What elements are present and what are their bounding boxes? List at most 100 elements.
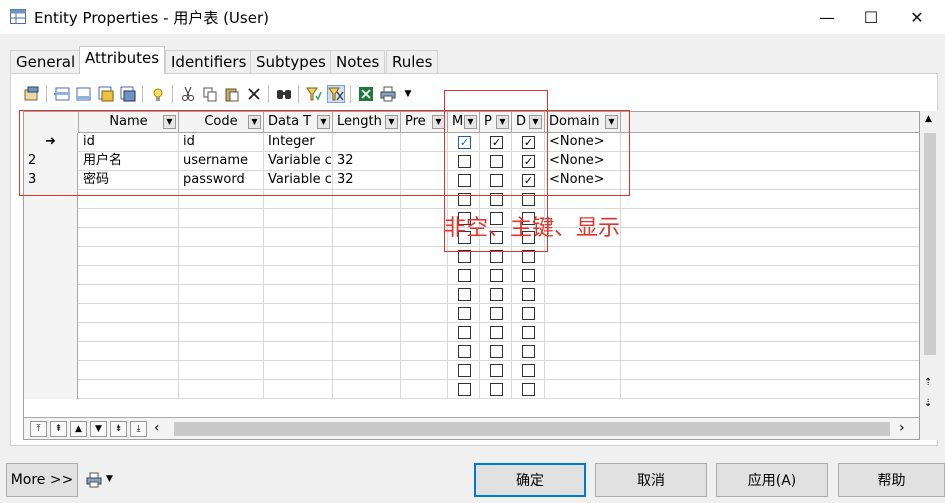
cell-type[interactable] xyxy=(264,228,333,247)
checkbox-p[interactable] xyxy=(490,155,503,168)
cell-name[interactable] xyxy=(79,285,179,304)
checkbox-p[interactable] xyxy=(490,364,503,377)
cell-domain[interactable] xyxy=(545,361,621,380)
scrollbar-thumb[interactable] xyxy=(924,133,936,355)
row-header[interactable]: 2 xyxy=(24,152,78,171)
cell-type[interactable]: Variable c xyxy=(264,152,333,171)
checkbox-d[interactable] xyxy=(522,269,535,282)
cell-length[interactable] xyxy=(333,247,401,266)
properties-icon[interactable] xyxy=(23,85,41,103)
cell-length[interactable] xyxy=(333,190,401,209)
cell-type[interactable]: Integer xyxy=(264,133,333,152)
cell-prec[interactable] xyxy=(401,304,448,323)
row-header[interactable]: ➜ xyxy=(24,133,78,152)
chevron-down-icon[interactable]: ▼ xyxy=(248,115,261,129)
cell-code[interactable] xyxy=(179,342,264,361)
checkbox-m[interactable] xyxy=(458,250,471,263)
cell-domain[interactable] xyxy=(545,247,621,266)
checkbox-m[interactable] xyxy=(458,269,471,282)
checkbox-d[interactable]: ✓ xyxy=(522,136,535,149)
tab-rules[interactable]: Rules xyxy=(386,50,439,73)
checkbox-d[interactable]: ✓ xyxy=(522,155,535,168)
copy-icon[interactable] xyxy=(201,85,219,103)
new-domain-icon[interactable] xyxy=(149,85,167,103)
cell-type[interactable] xyxy=(264,285,333,304)
table-row[interactable] xyxy=(24,323,919,342)
checkbox-p[interactable] xyxy=(490,288,503,301)
cell-domain[interactable]: <None> xyxy=(545,133,621,152)
delete-icon[interactable] xyxy=(245,85,263,103)
cell-length[interactable] xyxy=(333,342,401,361)
scroll-page-down-icon[interactable]: ⇣ xyxy=(924,398,932,409)
cell-length[interactable] xyxy=(333,361,401,380)
checkbox-d[interactable] xyxy=(522,307,535,320)
table-row[interactable]: 3 密码 password Variable c 32 ✓ <None> xyxy=(24,171,919,190)
scroll-left-icon[interactable]: ‹ xyxy=(154,420,160,436)
cell-name[interactable] xyxy=(79,342,179,361)
table-row[interactable] xyxy=(24,361,919,380)
dropdown-arrow-icon[interactable]: ▼ xyxy=(399,85,417,103)
cell-prec[interactable] xyxy=(401,247,448,266)
cell-prec[interactable] xyxy=(401,361,448,380)
cell-name[interactable] xyxy=(79,247,179,266)
checkbox-m[interactable]: ✓ xyxy=(458,136,471,149)
insert-row-icon[interactable] xyxy=(53,85,71,103)
scroll-right-icon[interactable]: › xyxy=(899,420,905,436)
cell-name[interactable] xyxy=(79,361,179,380)
cell-code[interactable] xyxy=(179,285,264,304)
column-header-name[interactable]: Name ▼ xyxy=(79,112,179,133)
cell-code[interactable] xyxy=(179,247,264,266)
cell-code[interactable]: id xyxy=(179,133,264,152)
table-row[interactable] xyxy=(24,266,919,285)
cell-domain[interactable]: <None> xyxy=(545,152,621,171)
checkbox-d[interactable] xyxy=(522,193,535,206)
table-row[interactable]: ➜ id id Integer ✓ ✓ ✓ <None> xyxy=(24,133,919,152)
move-down-icon[interactable]: ▼ xyxy=(90,421,107,437)
cell-length[interactable] xyxy=(333,133,401,152)
chevron-down-icon[interactable]: ▼ xyxy=(496,115,509,129)
checkbox-p[interactable] xyxy=(490,307,503,320)
checkbox-m[interactable] xyxy=(458,326,471,339)
cell-name[interactable]: id xyxy=(79,133,179,152)
table-row[interactable] xyxy=(24,304,919,323)
cell-code[interactable]: password xyxy=(179,171,264,190)
cell-code[interactable] xyxy=(179,380,264,399)
maximize-button[interactable]: ☐ xyxy=(848,0,894,34)
chevron-down-icon[interactable]: ▼ xyxy=(605,115,618,129)
checkbox-d[interactable] xyxy=(522,326,535,339)
close-button[interactable]: ✕ xyxy=(894,0,940,34)
row-header[interactable] xyxy=(24,380,78,399)
column-header-displayed[interactable]: D ▼ xyxy=(512,112,545,133)
scroll-up-icon[interactable]: ▲ xyxy=(925,114,932,124)
cell-type[interactable] xyxy=(264,342,333,361)
checkbox-d[interactable]: ✓ xyxy=(522,174,535,187)
cell-domain[interactable] xyxy=(545,380,621,399)
filter-active-icon[interactable] xyxy=(327,85,345,103)
row-header[interactable] xyxy=(24,190,78,209)
cell-length[interactable] xyxy=(333,266,401,285)
cell-prec[interactable] xyxy=(401,342,448,361)
tab-attributes[interactable]: Attributes xyxy=(79,46,166,74)
cell-code[interactable] xyxy=(179,323,264,342)
move-page-down-icon[interactable]: ⇟ xyxy=(110,421,127,437)
row-header[interactable] xyxy=(24,247,78,266)
column-header-mandatory[interactable]: M ▼ xyxy=(448,112,480,133)
cell-type[interactable] xyxy=(264,361,333,380)
cell-length[interactable] xyxy=(333,285,401,304)
tab-notes[interactable]: Notes xyxy=(330,50,386,73)
checkbox-p[interactable] xyxy=(490,193,503,206)
cell-name[interactable] xyxy=(79,209,179,228)
find-icon[interactable] xyxy=(275,85,293,103)
table-row[interactable]: 2 用户名 username Variable c 32 ✓ <None> xyxy=(24,152,919,171)
cell-prec[interactable] xyxy=(401,228,448,247)
cell-code[interactable] xyxy=(179,190,264,209)
chevron-down-icon[interactable]: ▼ xyxy=(163,115,176,129)
checkbox-d[interactable] xyxy=(522,383,535,396)
print-menu-button[interactable]: ▼ xyxy=(86,472,118,490)
cell-name[interactable]: 用户名 xyxy=(79,152,179,171)
row-header[interactable] xyxy=(24,266,78,285)
checkbox-p[interactable] xyxy=(490,383,503,396)
checkbox-m[interactable] xyxy=(458,345,471,358)
move-page-up-icon[interactable]: ⇞ xyxy=(50,421,67,437)
cancel-button[interactable]: 取消 xyxy=(595,463,707,497)
